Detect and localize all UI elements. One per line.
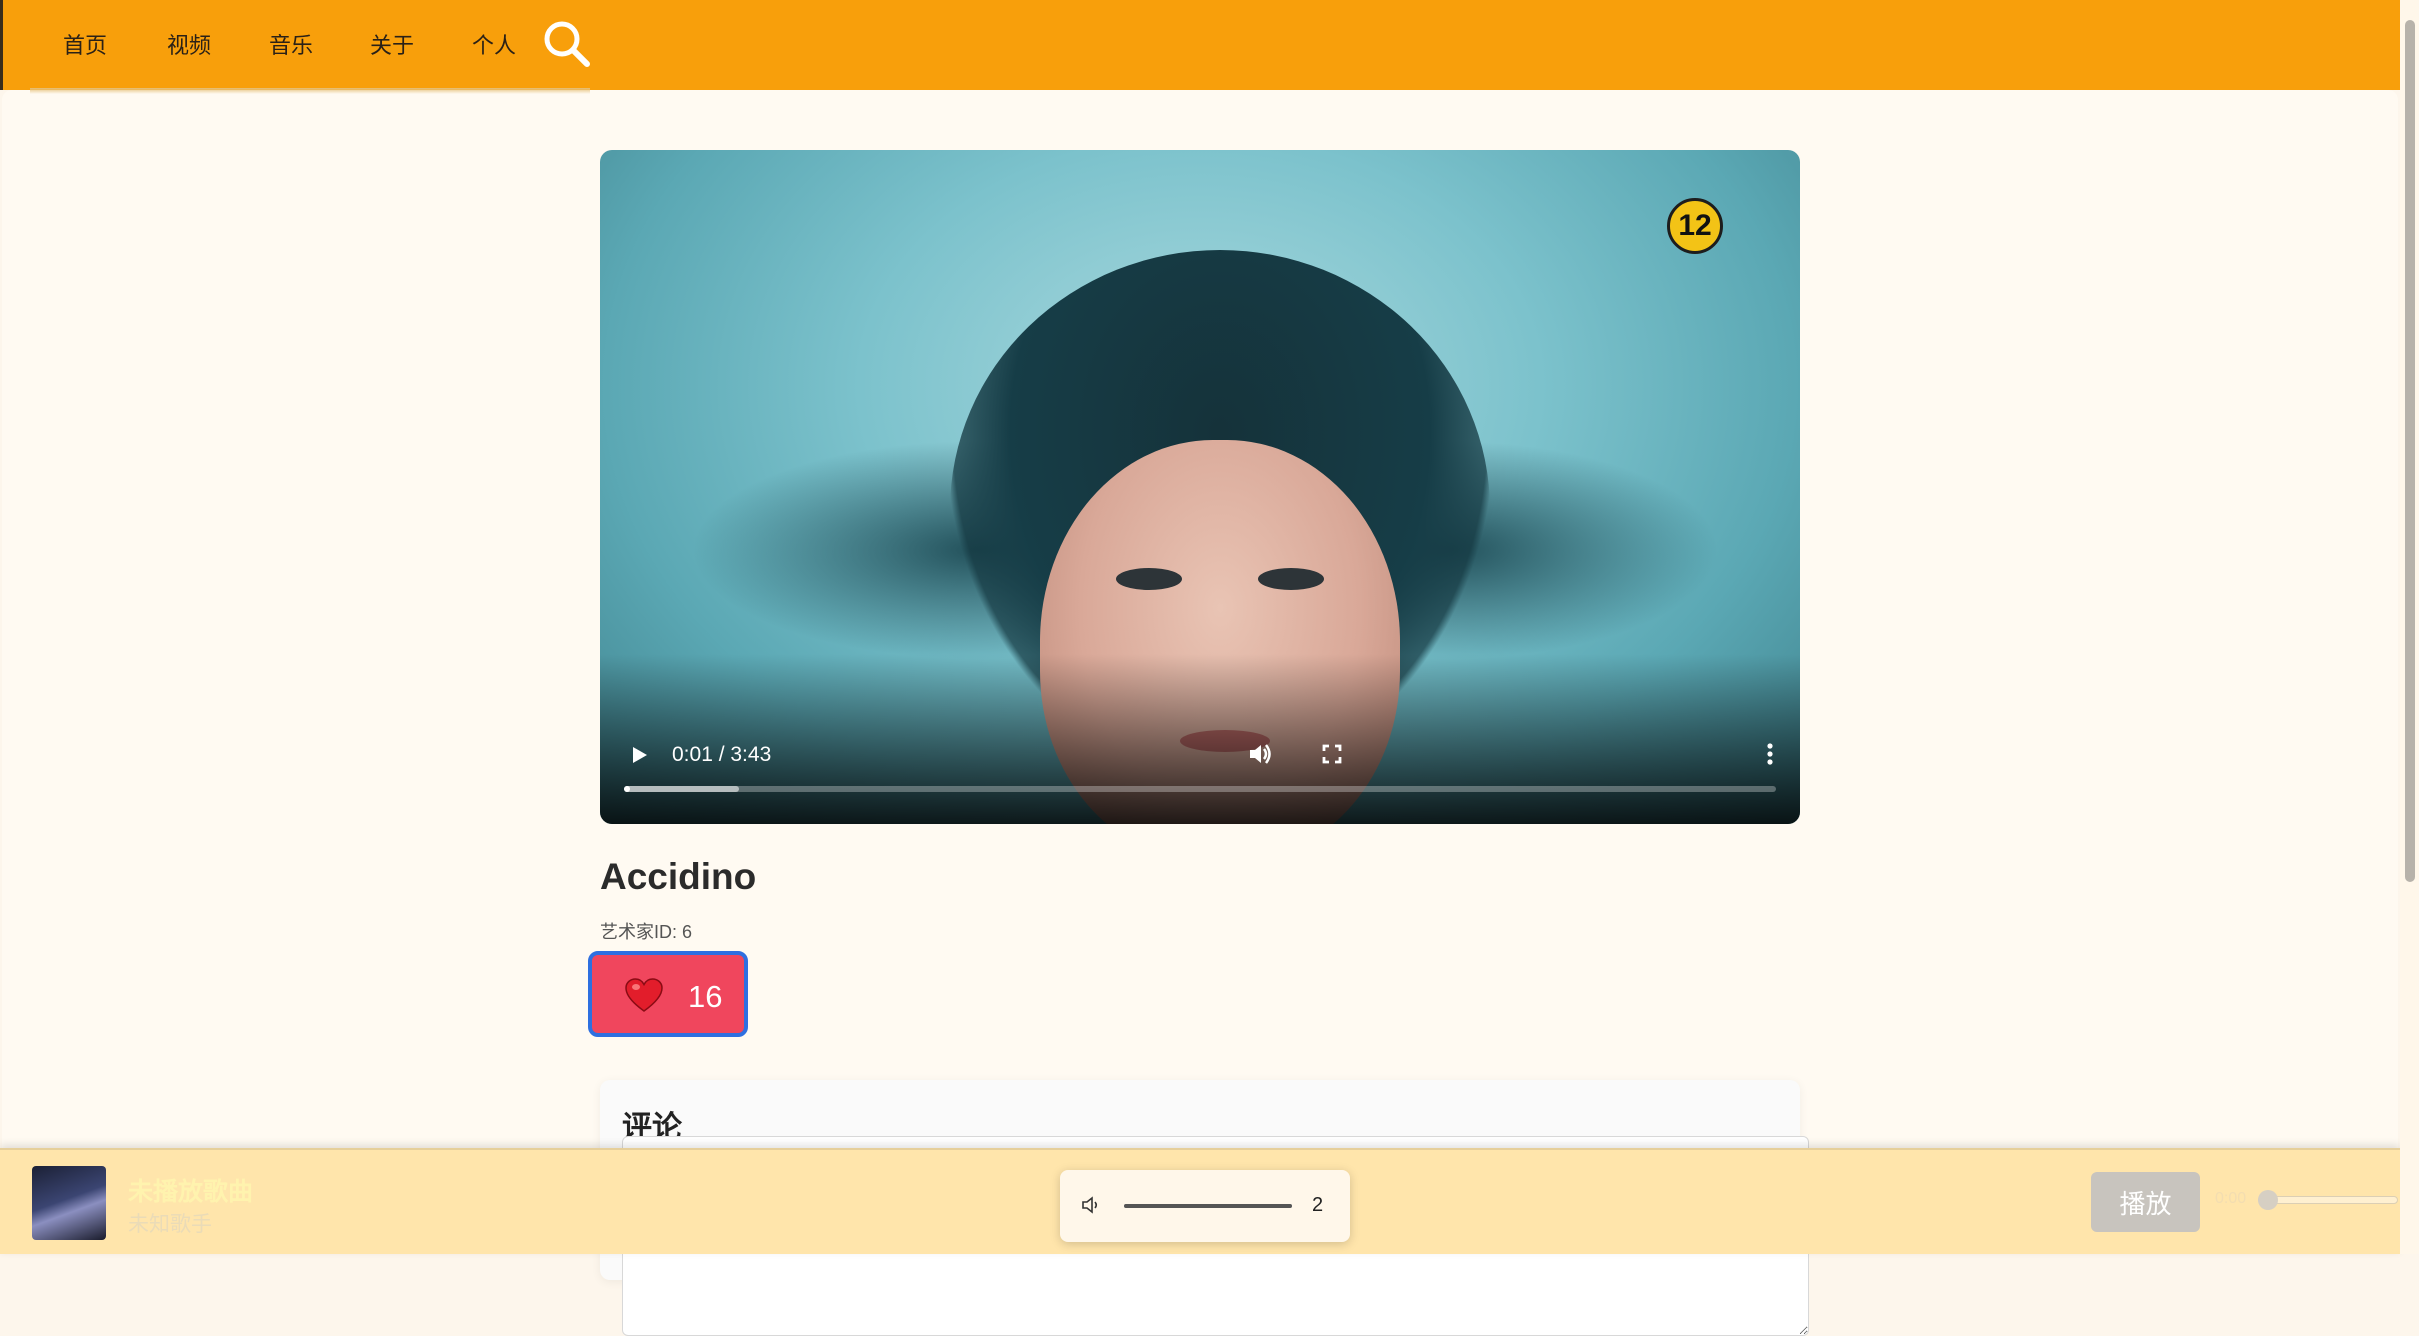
nav-about[interactable]: 关于	[370, 28, 414, 60]
current-time: 0:00	[2215, 1190, 2247, 1207]
nav-video[interactable]: 视频	[167, 28, 211, 60]
nav-shadow	[30, 88, 590, 94]
play-icon[interactable]	[624, 740, 654, 770]
video-title: Accidino	[600, 856, 757, 897]
nav-music[interactable]: 音乐	[269, 28, 313, 60]
fullscreen-icon[interactable]	[1316, 738, 1348, 770]
video-buffered	[624, 786, 740, 792]
heart-icon	[625, 978, 663, 1012]
album-cover[interactable]	[32, 1166, 106, 1240]
scrollbar[interactable]	[2400, 0, 2419, 1254]
video-frame-eye	[1116, 568, 1182, 590]
nav-home[interactable]: 首页	[63, 28, 107, 60]
like-count: 16	[688, 979, 723, 1014]
scrollbar-thumb[interactable]	[2405, 20, 2415, 882]
music-player-bar: 未播放歌曲 未知歌手 2 播放 0:00	[0, 1148, 2400, 1254]
volume-icon[interactable]	[1244, 738, 1276, 770]
age-rating-badge: 12	[1667, 198, 1723, 254]
singer-name: 未知歌手	[128, 1213, 212, 1236]
volume-slider-fill	[1124, 1204, 1292, 1208]
play-button[interactable]: 播放	[2091, 1172, 2200, 1232]
video-controls-gradient	[600, 654, 1800, 824]
video-progress-bar[interactable]	[624, 786, 1776, 792]
seek-slider[interactable]	[2257, 1190, 2398, 1210]
volume-value: 2	[1312, 1194, 1324, 1216]
video-played	[624, 786, 630, 792]
speaker-icon[interactable]	[1080, 1194, 1102, 1216]
song-name: 未播放歌曲	[128, 1178, 254, 1206]
more-vertical-icon[interactable]	[1754, 738, 1786, 770]
search-icon[interactable]	[541, 18, 593, 70]
video-player[interactable]: 12 0:01 / 3:43	[600, 150, 1800, 824]
video-time: 0:01 / 3:43	[672, 743, 772, 766]
top-nav: 首页 视频 音乐 关于 个人	[0, 0, 2400, 90]
nav-profile[interactable]: 个人	[472, 28, 516, 60]
seek-knob[interactable]	[2257, 1190, 2278, 1210]
like-button[interactable]: 16	[588, 951, 748, 1037]
video-frame-eye	[1258, 568, 1324, 590]
artist-id: 艺术家ID: 6	[600, 922, 693, 942]
volume-control: 2	[1060, 1170, 1350, 1242]
volume-slider[interactable]	[1124, 1204, 1292, 1208]
